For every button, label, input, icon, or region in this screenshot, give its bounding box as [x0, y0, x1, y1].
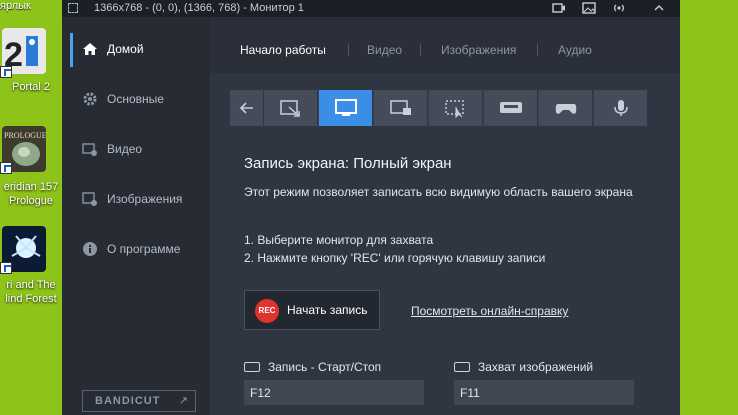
tab-audio[interactable]: Аудио — [558, 43, 592, 57]
info-icon — [82, 241, 98, 257]
capture-hotkey-label: Захват изображений — [454, 360, 593, 374]
fullscreen-monitor-icon — [335, 99, 357, 116]
tab-getting-started[interactable]: Начало работы — [240, 43, 326, 57]
audio-mode-button[interactable] — [594, 90, 648, 126]
instruction-step: 1. Выберите монитор для захвата — [244, 233, 434, 247]
home-icon — [82, 41, 98, 57]
bandicut-label: BANDICUT — [95, 395, 161, 407]
desktop-icon-label: eridian 157 — [3, 181, 59, 193]
mode-heading: Запись экрана: Полный экран — [244, 155, 452, 172]
bandicam-window: 1366x768 - (0, 0), (1366, 768) - Монитор… — [62, 0, 680, 415]
device-mode-button[interactable] — [484, 90, 538, 126]
tab-divider — [348, 44, 349, 56]
back-arrow-icon — [239, 102, 253, 114]
rectangle-mode-button[interactable] — [264, 90, 318, 126]
sidebar-item-about[interactable]: О программе — [72, 239, 210, 261]
desktop-icon-portal2[interactable]: 2 Portal 2 — [0, 28, 62, 98]
fullscreen-mode-button[interactable] — [319, 90, 373, 126]
capture-mode-toolbar — [230, 90, 648, 126]
external-link-icon: ↗ — [178, 395, 189, 407]
gear-icon — [82, 91, 98, 107]
sidebar-item-video[interactable]: Видео — [72, 139, 210, 161]
tab-bar: Начало работы Видео Изображения Аудио — [210, 17, 680, 73]
title-bar: 1366x768 - (0, 0), (1366, 768) - Монитор… — [62, 0, 680, 17]
shortcut-arrow-icon — [0, 262, 12, 274]
record-hotkey-label: Запись - Старт/Стоп — [244, 360, 381, 374]
back-button[interactable] — [230, 90, 264, 126]
sidebar: Домой Основные Видео Изображения О прогр… — [62, 17, 210, 415]
desktop-icon-label: ri and The — [6, 279, 56, 291]
image-settings-icon — [82, 191, 98, 207]
sidebar-item-label: Изображения — [107, 192, 183, 206]
broadcast-icon[interactable] — [612, 1, 626, 15]
shortcut-arrow-icon — [0, 162, 12, 174]
desktop-icon-ori[interactable]: ri and The lind Forest — [0, 226, 62, 310]
mode-description: Этот режим позволяет записать всю видиму… — [244, 185, 633, 199]
keyboard-icon — [244, 362, 260, 372]
capture-hotkey-field[interactable]: F11 — [454, 380, 634, 405]
mouse-area-icon — [445, 100, 464, 118]
tab-divider — [420, 44, 421, 56]
bandicut-button[interactable]: BANDICUT ↗ — [82, 390, 196, 412]
window-title: 1366x768 - (0, 0), (1366, 768) - Монитор… — [94, 2, 304, 14]
desktop-icon-label: lind Forest — [5, 293, 57, 305]
rec-badge-icon: REC — [255, 299, 279, 323]
online-help-link[interactable]: Посмотреть онлайн-справку — [411, 304, 568, 318]
gamepad-icon — [555, 104, 577, 114]
tab-images[interactable]: Изображения — [441, 43, 516, 57]
sidebar-item-label: Видео — [107, 142, 143, 156]
microphone-icon — [614, 100, 628, 116]
desktop-shortcut-label: ярлык — [0, 0, 31, 12]
game-mode-button[interactable] — [539, 90, 593, 126]
start-recording-button[interactable]: REC Начать запись — [244, 290, 380, 330]
video-settings-icon — [82, 141, 98, 157]
shortcut-arrow-icon — [0, 66, 12, 78]
desktop-icon-label: Prologue — [8, 195, 54, 207]
record-hotkey-field[interactable]: F12 — [244, 380, 424, 405]
sidebar-item-label: Домой — [107, 42, 144, 56]
sidebar-item-label: Основные — [107, 92, 164, 106]
rectangle-area-icon — [280, 100, 300, 117]
sidebar-item-home[interactable]: Домой — [70, 33, 210, 67]
svg-text:PROLOGUE: PROLOGUE — [4, 131, 46, 140]
tab-divider — [537, 44, 538, 56]
video-icon[interactable] — [552, 1, 566, 15]
image-icon[interactable] — [582, 1, 596, 15]
desktop-icon-meridian[interactable]: PROLOGUE eridian 157 Prologue — [0, 126, 62, 212]
chevron-up-icon[interactable] — [652, 1, 666, 15]
desktop: ярлык 2 Portal 2 PROLOGUE eridian 157 Pr… — [0, 0, 62, 415]
start-recording-label: Начать запись — [287, 303, 368, 317]
main-panel: Начало работы Видео Изображения Аудио За… — [210, 17, 680, 415]
keyboard-icon — [454, 362, 470, 372]
sidebar-item-label: О программе — [107, 242, 181, 256]
tab-video[interactable]: Видео — [367, 43, 402, 57]
target-area-icon[interactable] — [68, 3, 78, 13]
desktop-icon-label: Portal 2 — [12, 81, 50, 93]
mouse-area-mode-button[interactable] — [429, 90, 483, 126]
window-mode-button[interactable] — [374, 90, 428, 126]
sidebar-item-general[interactable]: Основные — [72, 89, 210, 111]
hdmi-device-icon — [500, 102, 522, 113]
window-lock-icon — [390, 100, 411, 115]
instruction-step: 2. Нажмите кнопку 'REC' или горячую клав… — [244, 251, 546, 265]
sidebar-item-images[interactable]: Изображения — [72, 189, 210, 211]
